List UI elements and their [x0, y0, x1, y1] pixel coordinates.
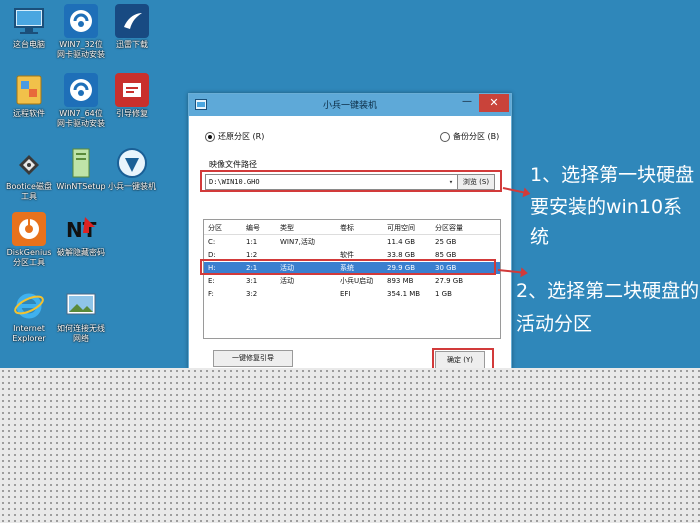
radio-unchecked-icon [440, 131, 450, 142]
thunder-download-icon [115, 4, 149, 38]
close-button[interactable]: ✕ [479, 94, 509, 112]
winntsetup-icon [64, 146, 98, 180]
backup-partition-radio[interactable]: 备份分区 (B) [440, 131, 499, 142]
desktop-icon-label: 迅雷下载 [116, 40, 148, 49]
installer-window: 小兵一键装机 — ✕ 还原分区 (R) 备份分区 (B) 映像文件路径 D:\W… [188, 93, 512, 370]
desktop-icon-label: Internet Explorer [12, 324, 46, 343]
minimize-button[interactable]: — [459, 95, 475, 109]
highlight-box-partition [200, 259, 496, 275]
table-cell: 小兵U启动 [340, 277, 374, 285]
desktop-icon-password-crack[interactable]: NT 破解隐藏密码 [52, 212, 110, 258]
desktop-icon-thunder[interactable]: 迅雷下载 [103, 4, 161, 50]
table-row[interactable]: C: 1:1 WIN7,活动 11.4 GB 25 GB [204, 236, 500, 248]
desktop-icon-winntsetup[interactable]: WinNTSetup [52, 146, 110, 192]
desktop-icon-win7-32-driver[interactable]: WIN7_32位 网卡驱动安装 [52, 4, 110, 60]
desktop-icon-bootice[interactable]: Bootice磁盘 工具 [0, 146, 58, 202]
desktop-icon-label: 破解隐藏密码 [57, 248, 105, 257]
desktop-icon-label: 引导修复 [116, 109, 148, 118]
annotation-step2-line1: 2、选择第二块硬盘的 [516, 280, 700, 302]
column-header: 分区容量 [435, 224, 463, 232]
radio-checked-icon [205, 131, 215, 142]
table-cell: 活动 [280, 277, 294, 285]
table-header: 分区 编号 类型 卷标 可用空间 分区容量 [204, 222, 500, 235]
computer-icon [12, 4, 46, 38]
remote-software-icon [12, 73, 46, 107]
dotted-background [0, 368, 700, 523]
table-cell: WIN7,活动 [280, 238, 315, 246]
column-header: 类型 [280, 224, 294, 232]
column-header: 卷标 [340, 224, 354, 232]
image-path-label: 映像文件路径 [209, 160, 257, 169]
desktop-icon-label: DiskGenius 分区工具 [6, 248, 52, 267]
desktop-icon-this-pc[interactable]: 这台电脑 [0, 4, 58, 50]
repair-boot-button[interactable]: 一键修复引导 [213, 350, 293, 367]
table-row[interactable]: F: 3:2 EFI 354.1 MB 1 GB [204, 288, 500, 300]
restore-partition-label: 还原分区 (R) [218, 132, 265, 141]
table-cell: C: [208, 238, 216, 246]
table-cell: 1 GB [435, 290, 452, 298]
diskgenius-icon [12, 212, 46, 246]
desktop-icon-label: WIN7_32位 网卡驱动安装 [57, 40, 105, 59]
table-cell: 1:1 [246, 238, 258, 246]
desktop-icon-remote[interactable]: 远程软件 [0, 73, 58, 119]
table-cell: 354.1 MB [387, 290, 421, 298]
table-cell: F: [208, 290, 214, 298]
desktop-icon-win7-64-driver[interactable]: WIN7_64位 网卡驱动安装 [52, 73, 110, 129]
table-cell: 25 GB [435, 238, 457, 246]
desktop-icon-label: WIN7_64位 网卡驱动安装 [57, 109, 105, 128]
boot-repair-icon [115, 73, 149, 107]
restore-partition-radio[interactable]: 还原分区 (R) [205, 131, 264, 142]
internet-explorer-icon [12, 288, 46, 322]
partition-table: 分区 编号 类型 卷标 可用空间 分区容量 C: 1:1 WIN7,活动 11.… [203, 219, 501, 339]
annotation-step2-line2: 活动分区 [516, 313, 593, 335]
password-crack-icon: NT [64, 212, 98, 246]
svg-text:NT: NT [66, 218, 97, 242]
backup-partition-label: 备份分区 (B) [453, 132, 500, 141]
table-cell: 893 MB [387, 277, 414, 285]
desktop-icon-boot-repair[interactable]: 引导修复 [103, 73, 161, 119]
xiaobing-install-icon [115, 146, 149, 180]
annotation-step1-line2: 要安装的win10系统 [530, 196, 683, 248]
desktop-icon-label: 小兵一键装机 [108, 182, 156, 191]
bootice-icon [12, 146, 46, 180]
desktop-icon-label: WinNTSetup [56, 182, 106, 191]
highlight-box-image-path [200, 170, 502, 192]
table-cell: EFI [340, 290, 351, 298]
network-driver-icon [64, 73, 98, 107]
column-header: 编号 [246, 224, 260, 232]
annotation-step1-line1: 1、选择第一块硬盘 [530, 164, 695, 186]
title-bar[interactable]: 小兵一键装机 — ✕ [189, 94, 511, 116]
desktop-icon-wifi-help[interactable]: 如何连接无线 网络 [52, 288, 110, 344]
table-cell: 3:1 [246, 277, 258, 285]
desktop-icon-xiaobing[interactable]: 小兵一键装机 [103, 146, 161, 192]
table-cell: E: [208, 277, 215, 285]
table-cell: 27.9 GB [435, 277, 464, 285]
table-row[interactable]: E: 3:1 活动 小兵U启动 893 MB 27.9 GB [204, 275, 500, 287]
desktop-icon-label: 远程软件 [13, 109, 45, 118]
column-header: 分区 [208, 224, 222, 232]
desktop-icon-ie[interactable]: Internet Explorer [0, 288, 58, 344]
table-cell: 3:2 [246, 290, 258, 298]
wifi-help-icon [64, 288, 98, 322]
highlight-box-confirm [432, 348, 494, 370]
desktop-icon-label: Bootice磁盘 工具 [6, 182, 52, 201]
desktop-icon-label: 如何连接无线 网络 [57, 324, 105, 343]
column-header: 可用空间 [387, 224, 415, 232]
desktop-icon-label: 这台电脑 [13, 40, 45, 49]
table-cell: 11.4 GB [387, 238, 416, 246]
network-driver-icon [64, 4, 98, 38]
desktop-icon-diskgenius[interactable]: DiskGenius 分区工具 [0, 212, 58, 268]
